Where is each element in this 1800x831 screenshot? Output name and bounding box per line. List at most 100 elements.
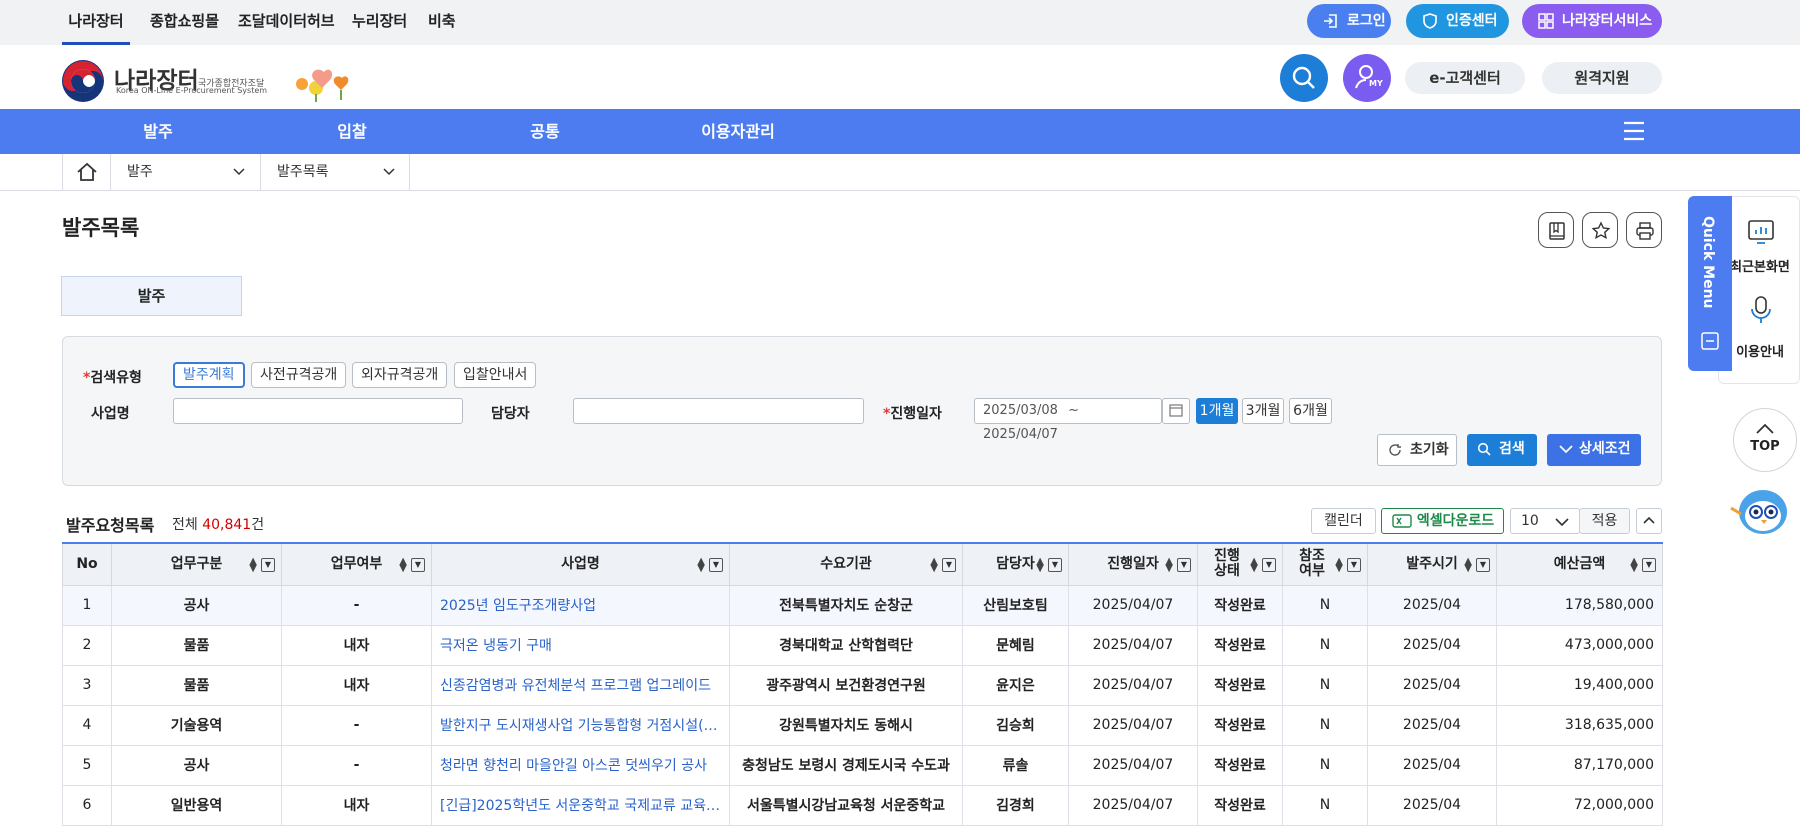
table-cell: 3 xyxy=(62,664,112,706)
page-size-select[interactable]: 10 xyxy=(1510,508,1580,534)
toplink-data-hub[interactable]: 조달데이터허브 xyxy=(238,0,335,45)
calendar-picker-button[interactable] xyxy=(1162,398,1190,424)
col-header-order-period[interactable]: 발주시기 ▲ ▼ ▼ xyxy=(1367,542,1497,586)
table-cell: 물품 xyxy=(111,664,282,706)
detail-conditions-button[interactable]: 상세조건 xyxy=(1547,434,1641,466)
reset-button[interactable]: 초기화 xyxy=(1377,434,1457,466)
col-header-budget[interactable]: 예산금액 ▲ ▼ ▼ xyxy=(1496,542,1663,586)
table-row[interactable]: 6 일반용역 내자 [긴급]2025학년도 서운중학교 국제교류 교육… 서울특별시강남… xyxy=(62,784,1663,826)
table-cell: N xyxy=(1282,664,1368,706)
manual-button[interactable] xyxy=(1538,212,1574,248)
top-label: TOP xyxy=(1750,439,1780,454)
business-name-link[interactable]: 극저온 냉동기 구매 xyxy=(431,624,730,666)
search-type-foreign-spec[interactable]: 외자규격공개 xyxy=(352,362,448,388)
table-row[interactable]: 1 공사 -2025년 임도구조개량사업 전북특별자치도 순창군 산림보호팀 2025/0… xyxy=(62,584,1663,626)
table-row[interactable]: 2 물품 내자 극저온 냉동기 구매 경북대학교 산학협력단 문혜림 2025/04/07 작… xyxy=(62,624,1663,666)
tab-order[interactable]: 발주 xyxy=(61,276,242,316)
remote-support-button[interactable]: 원격지원 xyxy=(1542,62,1662,94)
col-header-work-kind[interactable]: 업무여부 ▲ ▼ ▼ xyxy=(281,542,432,586)
business-name-link[interactable]: 신종감염병과 유전체분석 프로그램 업그레이드 xyxy=(431,664,730,706)
printer-icon xyxy=(1636,222,1654,240)
my-page-button[interactable]: MY xyxy=(1343,54,1391,102)
login-label: 로그인 xyxy=(1347,13,1386,29)
search-submit-button[interactable]: 검색 xyxy=(1467,434,1537,466)
table-cell: 2025/04 xyxy=(1367,664,1497,706)
col-header-reference[interactable]: 참조 여부 ▲ ▼ ▼ xyxy=(1282,542,1368,586)
customer-center-button[interactable]: e-고객센터 xyxy=(1405,62,1525,94)
shield-icon xyxy=(1423,13,1437,29)
flowers-decoration-icon xyxy=(290,62,358,102)
table-cell: N xyxy=(1282,784,1368,826)
period-1month-button[interactable]: 1개월 xyxy=(1196,398,1238,424)
hamburger-menu-icon[interactable] xyxy=(1623,121,1645,141)
calendar-view-button[interactable]: 캘린더 xyxy=(1311,508,1376,534)
print-button[interactable] xyxy=(1626,212,1662,248)
home-button[interactable] xyxy=(62,154,110,191)
date-range-input[interactable]: 2025/03/08 ~ 2025/04/07 xyxy=(974,398,1162,442)
services-button[interactable]: 나라장터서비스 xyxy=(1522,4,1662,38)
business-name-link[interactable]: [긴급]2025학년도 서운중학교 국제교류 교육… xyxy=(431,784,730,826)
table-cell: 작성완료 xyxy=(1197,584,1283,626)
toplink-narajangter[interactable]: 나라장터 xyxy=(62,0,130,45)
date-separator: ~ xyxy=(1068,403,1079,418)
gov-emblem-icon[interactable] xyxy=(61,59,105,103)
business-name-link[interactable]: 2025년 임도구조개량사업 xyxy=(431,584,730,626)
table-cell: 1 xyxy=(62,584,112,626)
nav-item-order[interactable]: 발주 xyxy=(98,109,218,154)
table-cell: 강원특별자치도 동해시 xyxy=(729,704,963,746)
col-header-manager[interactable]: 담당자 ▲ ▼ ▼ xyxy=(962,542,1069,586)
filter-icon: ▼ xyxy=(709,558,723,572)
search-type-pre-spec[interactable]: 사전규격공개 xyxy=(251,362,347,388)
table-cell: 문혜림 xyxy=(962,624,1069,666)
col-header-date[interactable]: 진행일자 ▲ ▼ ▼ xyxy=(1068,542,1198,586)
business-name-input[interactable] xyxy=(173,398,463,424)
toplink-stockpile[interactable]: 비축 xyxy=(428,0,456,45)
chatbot-mascot-icon[interactable] xyxy=(1727,484,1791,540)
table-cell: 2025/04/07 xyxy=(1068,784,1198,826)
table-cell: 김승희 xyxy=(962,704,1069,746)
table-row[interactable]: 5 공사 - 청라면 향천리 마을안길 아스콘 덧씌우기 공사 충청남도 보령시 경제도… xyxy=(62,744,1663,786)
scroll-top-button[interactable]: TOP xyxy=(1733,408,1797,472)
cert-center-button[interactable]: 인증센터 xyxy=(1406,4,1509,38)
table-cell: 내자 xyxy=(281,664,432,706)
toplink-nuri[interactable]: 누리장터 xyxy=(352,0,407,45)
business-name-link[interactable]: 청라면 향천리 마을안길 아스콘 덧씌우기 공사 xyxy=(431,744,730,786)
period-6month-button[interactable]: 6개월 xyxy=(1289,398,1332,424)
quick-menu-tab[interactable]: Quick Menu xyxy=(1688,196,1732,371)
table-cell: 2025/04 xyxy=(1367,784,1497,826)
col-header-work-type[interactable]: 업무구분 ▲ ▼ ▼ xyxy=(111,542,282,586)
business-name-link[interactable]: 발한지구 도시재생사업 기능통합형 거점시설(… xyxy=(431,704,730,746)
table-cell: 류솔 xyxy=(962,744,1069,786)
search-type-bid-guide[interactable]: 입찰안내서 xyxy=(454,362,537,388)
sort-icon: ▲ ▼ xyxy=(1165,556,1173,574)
nav-item-common[interactable]: 공통 xyxy=(485,109,605,154)
table-row[interactable]: 3 물품 내자 신종감염병과 유전체분석 프로그램 업그레이드 광주광역시 보건환경연구… xyxy=(62,664,1663,706)
col-header-business-name[interactable]: 사업명 ▲ ▼ ▼ xyxy=(431,542,730,586)
login-button[interactable]: 로그인 xyxy=(1307,4,1391,38)
breadcrumb-level1-select[interactable]: 발주 xyxy=(110,154,260,191)
col-header-status[interactable]: 진행 상태 ▲ ▼ ▼ xyxy=(1197,542,1283,586)
breadcrumb-level2-select[interactable]: 발주목록 xyxy=(260,154,410,191)
table-cell: 473,000,000 xyxy=(1496,624,1663,666)
table-row[interactable]: 4 기술용역 - 발한지구 도시재생사업 기능통합형 거점시설(… 강원특별자치도 동해… xyxy=(62,704,1663,746)
nav-item-bid[interactable]: 입찰 xyxy=(292,109,412,154)
table-cell: 5 xyxy=(62,744,112,786)
nav-item-user-management[interactable]: 이용자관리 xyxy=(678,109,798,154)
table-cell: 충청남도 보령시 경제도시국 수도과 xyxy=(729,744,963,786)
excel-download-button[interactable]: 엑셀다운로드 xyxy=(1381,508,1504,534)
search-type-plan[interactable]: 발주계획 xyxy=(173,362,245,388)
recent-screen-icon xyxy=(1747,219,1775,249)
col-header-agency[interactable]: 수요기관 ▲ ▼ ▼ xyxy=(729,542,963,586)
chevron-up-icon xyxy=(1756,423,1774,434)
table-cell: 전북특별자치도 순창군 xyxy=(729,584,963,626)
user-icon xyxy=(1355,65,1373,89)
favorite-button[interactable] xyxy=(1582,212,1618,248)
apply-button[interactable]: 적용 xyxy=(1579,508,1630,534)
table-cell: - xyxy=(281,744,432,786)
col-header-no[interactable]: No xyxy=(62,542,112,586)
search-button[interactable] xyxy=(1280,54,1328,102)
collapse-button[interactable] xyxy=(1636,508,1662,534)
toplink-shopping-mall[interactable]: 종합쇼핑몰 xyxy=(150,0,219,45)
period-3month-button[interactable]: 3개월 xyxy=(1242,398,1284,424)
manager-input[interactable] xyxy=(573,398,864,424)
